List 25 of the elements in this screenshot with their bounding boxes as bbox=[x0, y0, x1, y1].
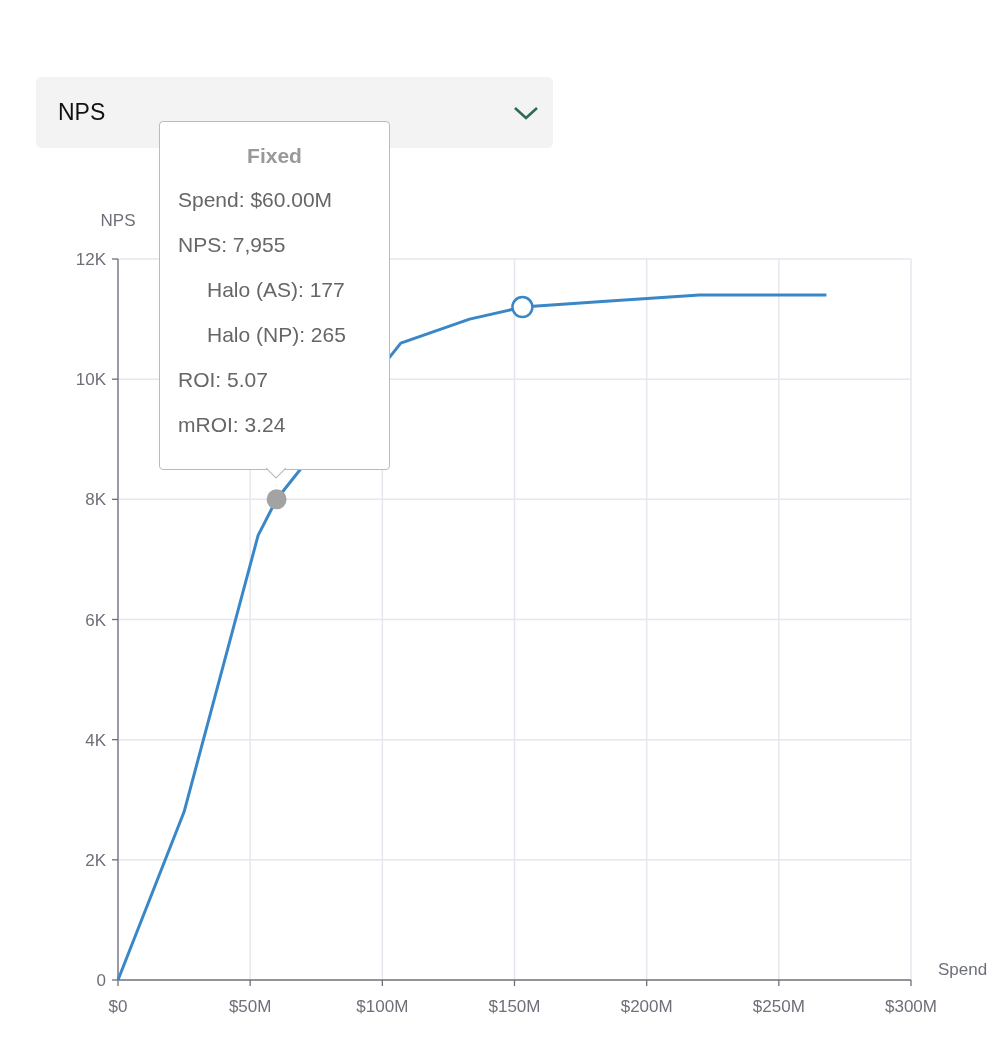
y-tick-label: 10K bbox=[75, 370, 106, 390]
x-tick-label: $150M bbox=[488, 997, 541, 1016]
y-tick-label: 2K bbox=[85, 850, 106, 870]
point-marker bbox=[511, 295, 534, 319]
y-tick-label: 0 bbox=[96, 971, 106, 990]
tooltip-line: mROI: 3.24 bbox=[178, 413, 287, 438]
x-tick-label: $50M bbox=[228, 997, 272, 1016]
tooltip-line: ROI: 5.07 bbox=[178, 368, 269, 393]
y-axis-title: NPS bbox=[100, 211, 136, 230]
tooltip-line: NPS: 7,955 bbox=[178, 233, 287, 258]
tooltip-line: Halo (NP): 265 bbox=[206, 323, 347, 348]
chevron-down-icon bbox=[513, 105, 539, 120]
y-tick-label: 12K bbox=[75, 250, 106, 269]
x-tick-label: $200M bbox=[620, 997, 673, 1016]
x-tick-label: $250M bbox=[752, 997, 805, 1016]
tooltip-line: Spend: $60.00M bbox=[178, 188, 334, 213]
x-tick-label: $100M bbox=[356, 997, 409, 1016]
x-tick-label: $0 bbox=[108, 997, 128, 1016]
tooltip-line: Halo (AS): 177 bbox=[206, 278, 346, 303]
y-tick-label: 6K bbox=[85, 610, 106, 630]
y-tick-label: 4K bbox=[85, 730, 106, 750]
x-tick-label: $300M bbox=[885, 997, 937, 1016]
selected-point-marker bbox=[266, 489, 287, 510]
y-tick-label: 8K bbox=[85, 490, 106, 510]
x-axis-title: Spend bbox=[938, 960, 988, 979]
